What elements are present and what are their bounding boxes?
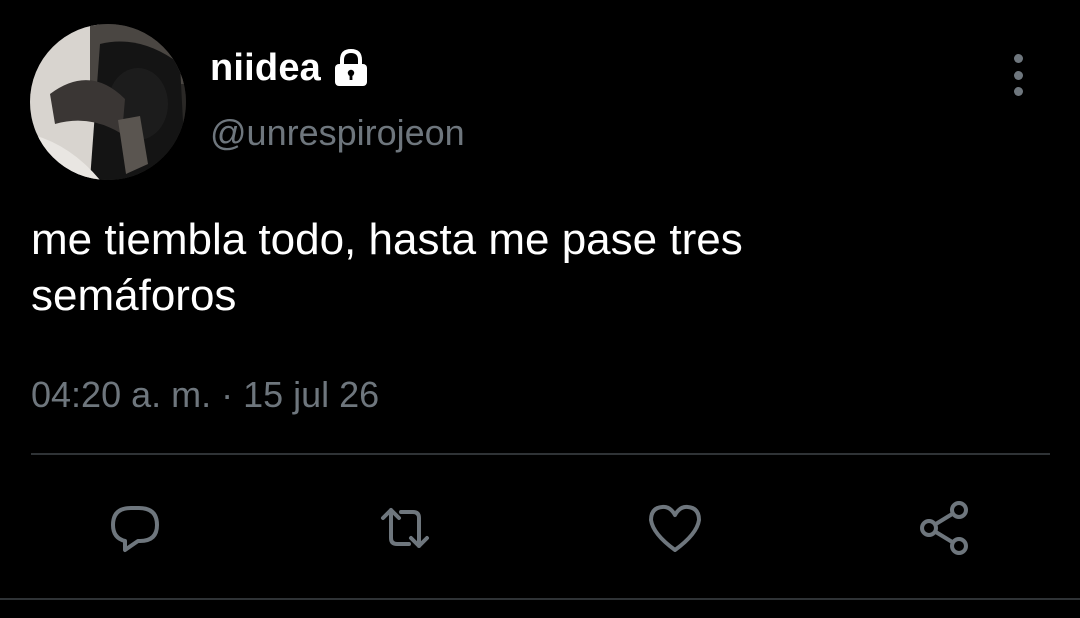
display-name[interactable]: niidea	[210, 47, 321, 90]
share-icon	[920, 501, 968, 555]
share-button[interactable]	[915, 498, 975, 558]
retweet-icon	[381, 508, 429, 548]
divider	[31, 453, 1050, 455]
name-row: niidea	[210, 46, 373, 90]
more-vertical-icon-dot	[1013, 87, 1023, 96]
tweet-card: niidea @unrespirojeon me tiembla todo, h…	[0, 0, 1080, 618]
more-vertical-icon	[1013, 54, 1023, 63]
reply-button[interactable]	[105, 498, 165, 558]
like-button[interactable]	[645, 498, 705, 558]
more-vertical-icon-dot	[1013, 70, 1023, 80]
retweet-button[interactable]	[375, 498, 435, 558]
reply-icon	[111, 506, 159, 552]
divider-bottom	[0, 598, 1080, 600]
heart-icon	[649, 504, 701, 552]
tweet-timestamp: 04:20 a. m. · 15 jul 26	[31, 374, 380, 415]
lock-icon	[329, 48, 373, 88]
tweet-text: me tiembla todo, hasta me pase tres semá…	[31, 215, 743, 320]
avatar[interactable]	[30, 24, 186, 180]
more-options-button[interactable]	[1000, 54, 1036, 96]
user-handle[interactable]: @unrespirojeon	[210, 112, 465, 154]
